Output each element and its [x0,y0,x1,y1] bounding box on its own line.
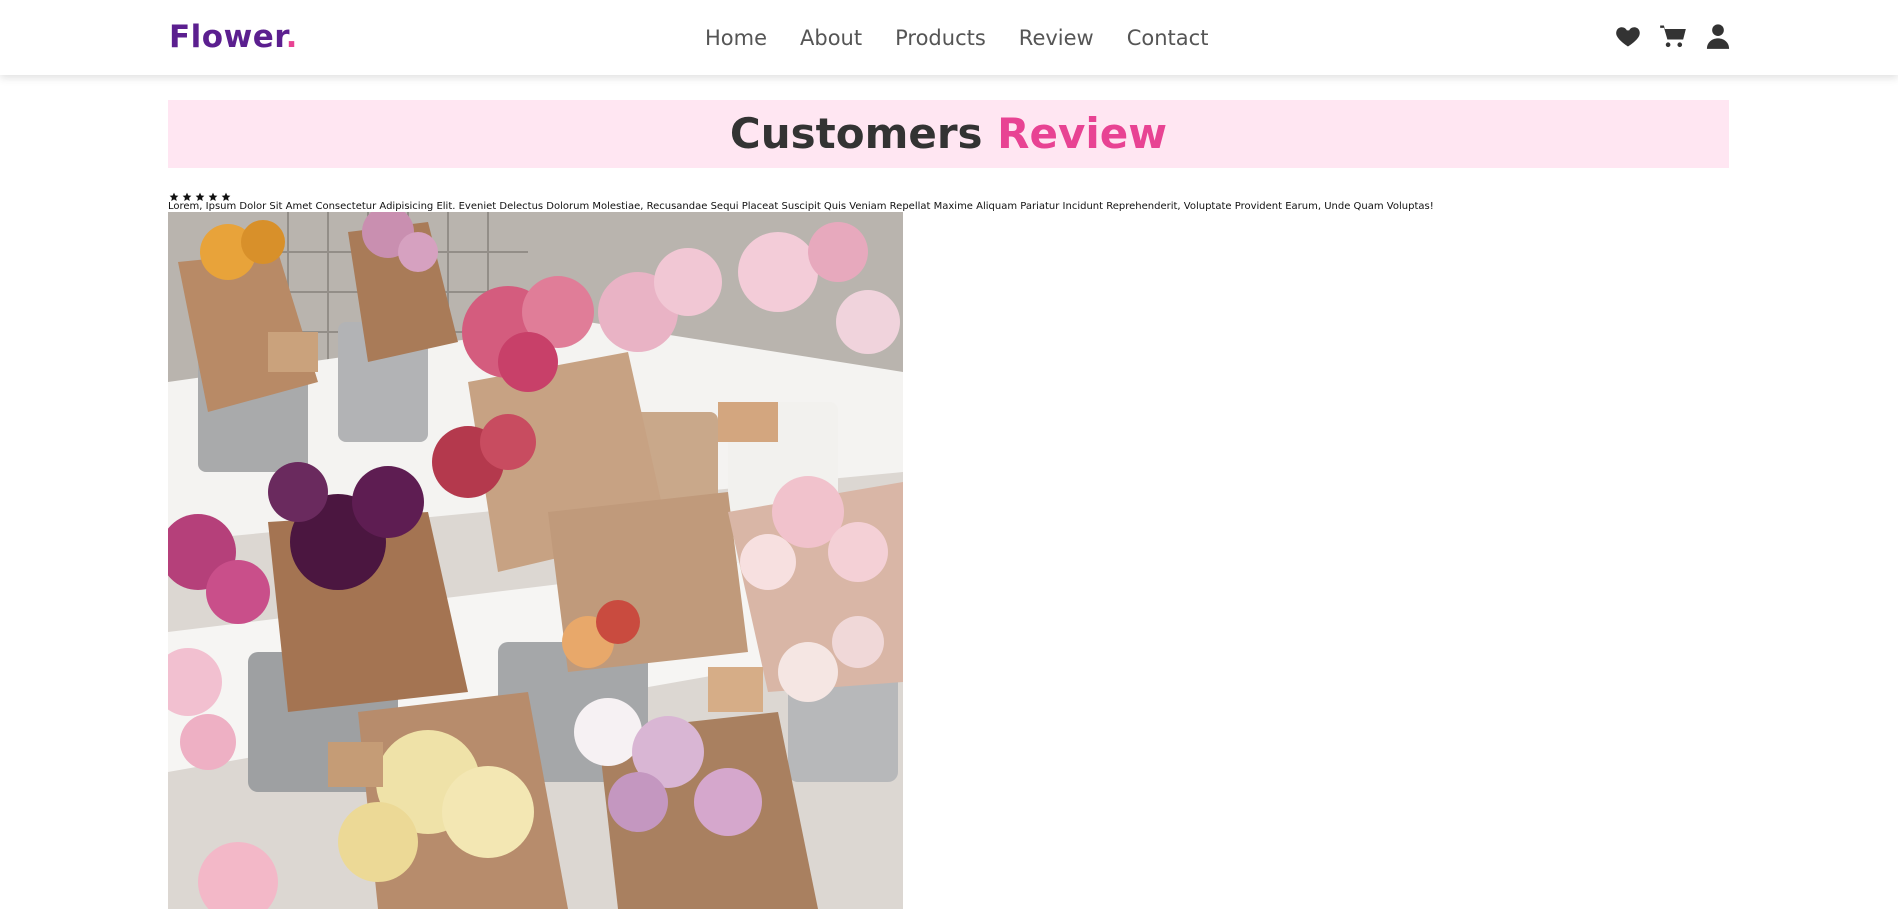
site-header: Flower. Home About Products Review Conta… [0,0,1898,75]
heading-accent: Review [997,109,1168,158]
page-title: Customers Review [168,100,1729,168]
heart-icon[interactable] [1614,22,1642,50]
cart-icon[interactable] [1659,22,1687,50]
star-icon [221,187,231,201]
nav-home[interactable]: Home [705,24,767,52]
section-heading: Customers Review [168,100,1729,168]
nav-about[interactable]: About [800,24,862,52]
user-icon[interactable] [1704,22,1732,50]
nav-contact[interactable]: Contact [1127,24,1209,52]
header-icons [1614,22,1732,50]
logo-text: Flower [169,19,286,55]
main-nav: Home About Products Review Contact [705,24,1241,52]
star-icon [169,187,179,201]
heading-main: Customers [729,109,983,158]
star-icon [195,187,205,201]
logo-dot: . [285,19,298,55]
nav-review[interactable]: Review [1019,24,1094,52]
logo[interactable]: Flower. [169,19,298,55]
star-icon [208,187,218,201]
star-icon [182,187,192,201]
rating-stars [169,187,231,201]
review-image [168,212,903,909]
nav-products[interactable]: Products [895,24,986,52]
